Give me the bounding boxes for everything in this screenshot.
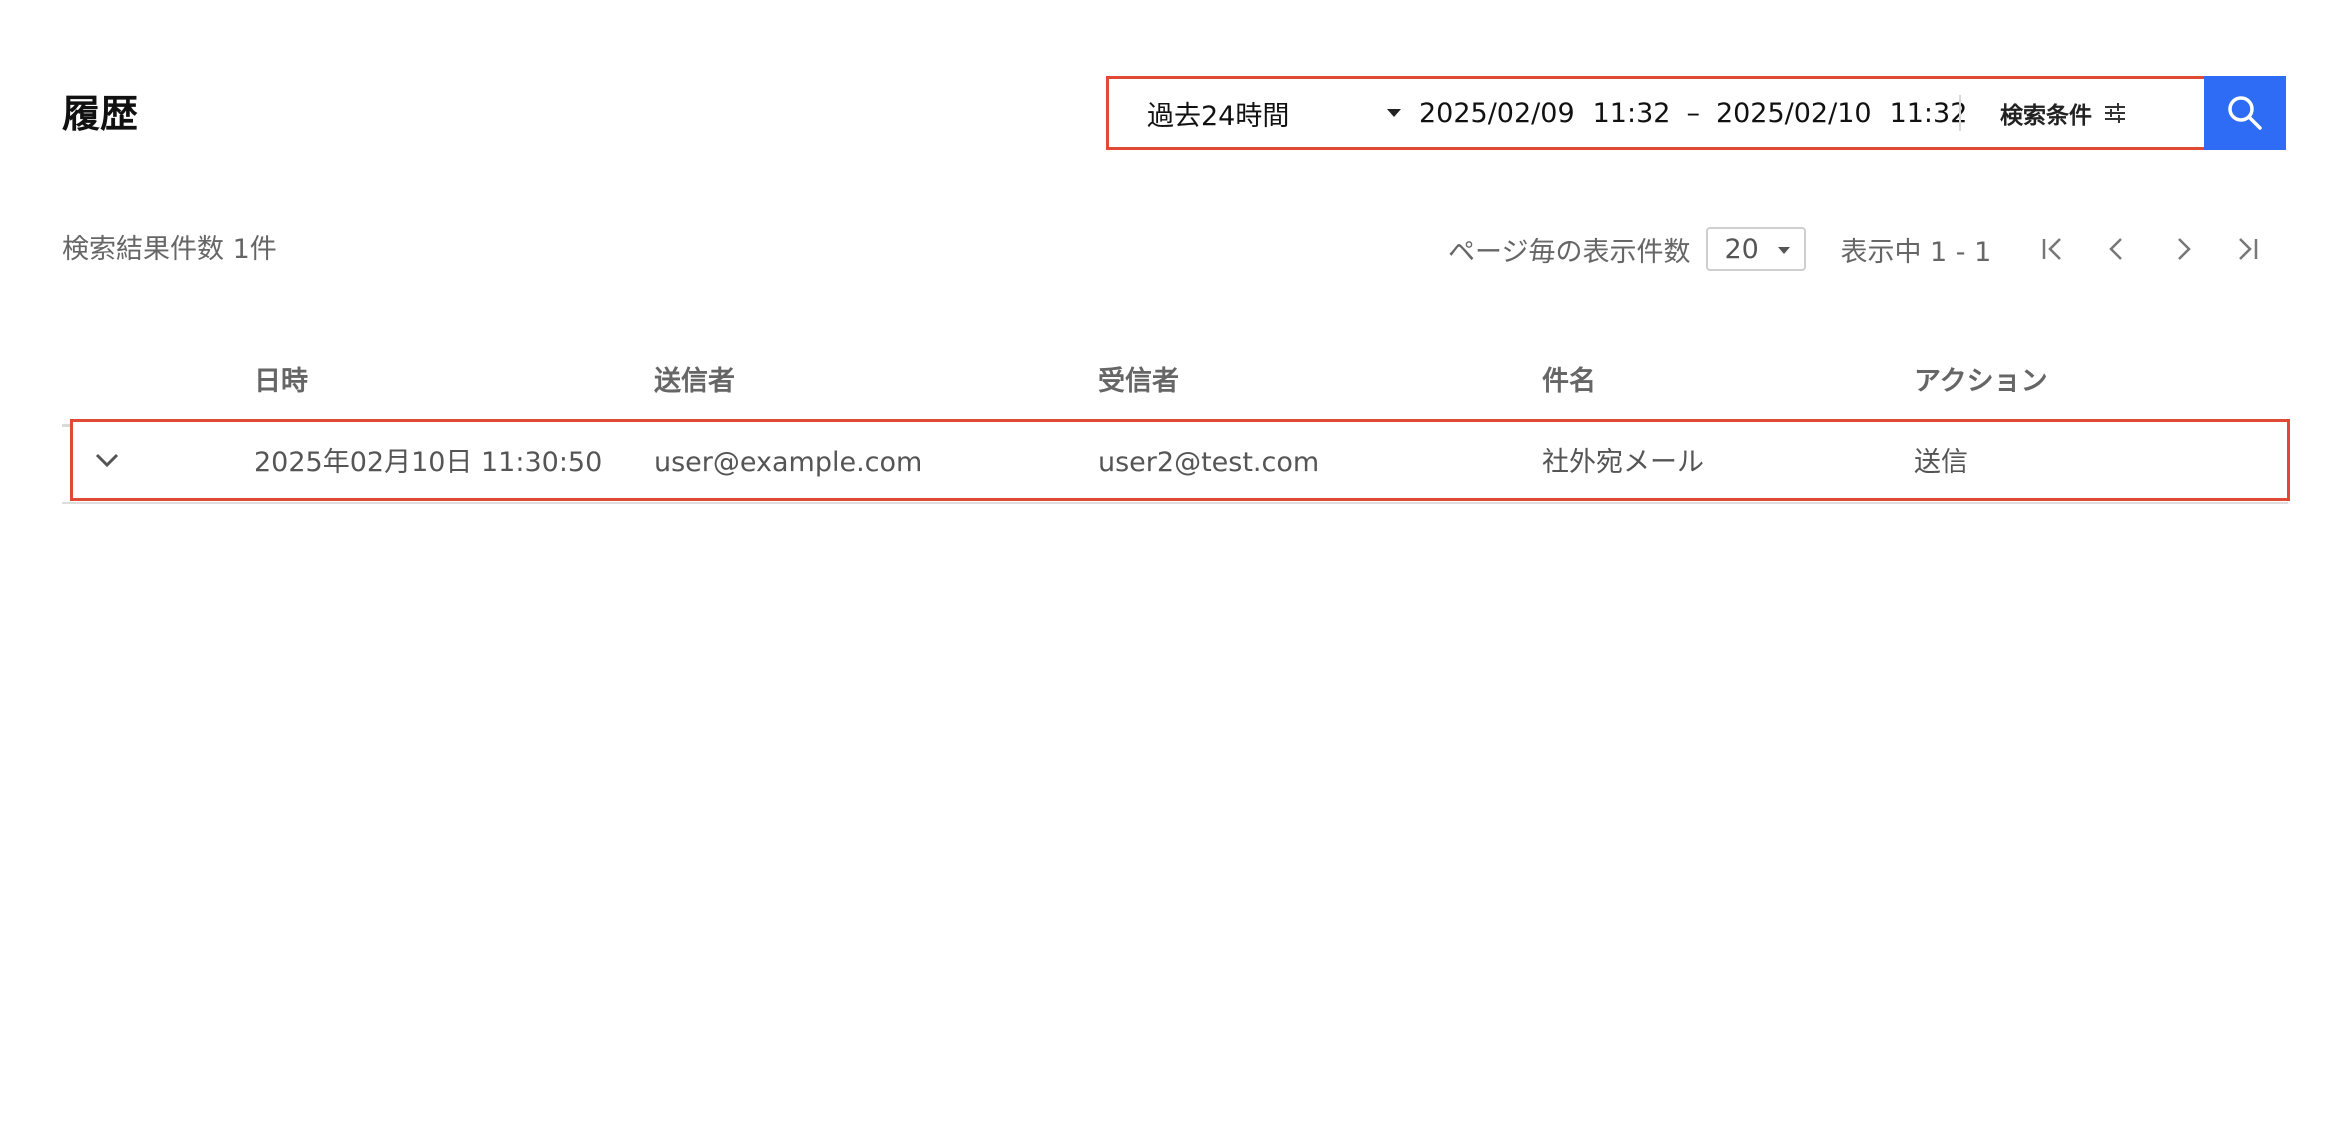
chevron-right-icon bbox=[2178, 238, 2192, 260]
date-range-field[interactable]: 2025/02/09 11:32 – 2025/02/10 11:32 bbox=[1419, 79, 1967, 147]
chevron-left-icon bbox=[2109, 238, 2123, 260]
cell-action: 送信 bbox=[1914, 447, 1968, 478]
time-from: 11:32 bbox=[1592, 97, 1671, 129]
cell-sender: user@example.com bbox=[654, 447, 923, 478]
column-header-datetime[interactable]: 日時 bbox=[254, 360, 308, 404]
range-separator: – bbox=[1686, 97, 1700, 129]
caret-down-icon bbox=[1387, 109, 1401, 117]
time-range-select[interactable]: 過去24時間 bbox=[1109, 79, 1419, 147]
column-header-subject[interactable]: 件名 bbox=[1542, 360, 1596, 404]
search-bar: 過去24時間 2025/02/09 11:32 – 2025/02/10 11:… bbox=[1106, 76, 2286, 150]
last-page-icon bbox=[2239, 238, 2258, 260]
expand-row-button[interactable] bbox=[91, 444, 123, 476]
first-page-icon bbox=[2043, 238, 2062, 260]
cell-recipient: user2@test.com bbox=[1098, 447, 1320, 478]
caret-down-icon bbox=[1778, 247, 1791, 254]
date-from: 2025/02/09 bbox=[1419, 97, 1575, 129]
next-page-button[interactable] bbox=[2163, 229, 2203, 269]
per-page-label: ページ毎の表示件数 bbox=[1448, 236, 1691, 268]
search-conditions-button[interactable]: 検索条件 bbox=[1961, 79, 2165, 147]
column-header-sender[interactable]: 送信者 bbox=[654, 360, 735, 404]
sliders-icon bbox=[2105, 103, 2125, 123]
result-count: 検索結果件数 1件 bbox=[62, 234, 277, 265]
pagination: ページ毎の表示件数 20 表示中 1 - 1 bbox=[1448, 224, 2267, 274]
time-to: 11:32 bbox=[1889, 97, 1968, 129]
page-title: 履歴 bbox=[62, 92, 139, 136]
search-button[interactable] bbox=[2204, 76, 2286, 150]
cell-subject: 社外宛メール bbox=[1542, 447, 1704, 478]
search-conditions-label: 検索条件 bbox=[2000, 103, 2092, 129]
per-page-select[interactable]: 20 bbox=[1706, 227, 1807, 271]
prev-page-button[interactable] bbox=[2097, 229, 2137, 269]
column-header-action[interactable]: アクション bbox=[1914, 360, 2048, 404]
column-header-recipient[interactable]: 受信者 bbox=[1098, 360, 1179, 404]
time-range-label: 過去24時間 bbox=[1147, 100, 1290, 132]
first-page-button[interactable] bbox=[2033, 229, 2073, 269]
chevron-down-icon bbox=[95, 453, 119, 468]
date-to: 2025/02/10 bbox=[1715, 97, 1872, 129]
search-icon bbox=[2228, 96, 2262, 130]
table-row[interactable]: 2025年02月10日 11:30:50 user@example.com us… bbox=[70, 419, 2290, 501]
last-page-button[interactable] bbox=[2227, 229, 2267, 269]
per-page-value: 20 bbox=[1724, 233, 1759, 265]
table-header: 日時 送信者 受信者 件名 アクション bbox=[62, 360, 2288, 410]
row-divider bbox=[62, 502, 2288, 504]
cell-datetime: 2025年02月10日 11:30:50 bbox=[254, 447, 603, 478]
showing-range: 表示中 1 - 1 bbox=[1840, 236, 1992, 268]
